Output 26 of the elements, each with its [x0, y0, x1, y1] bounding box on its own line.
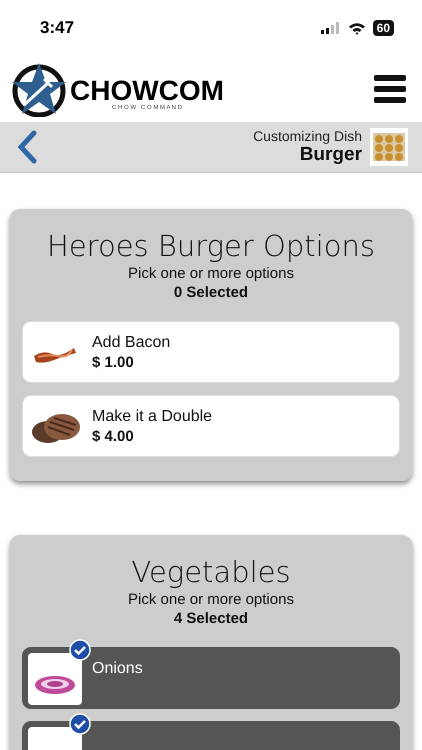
dish-label: Customizing Dish	[253, 128, 362, 144]
selected-count: 0 Selected	[174, 284, 248, 301]
star-fork-logo-icon	[10, 61, 68, 117]
group-title: Vegetables	[131, 555, 291, 589]
logo-wordmark: CHOWCOM	[70, 77, 224, 105]
group-subtitle: Pick one or more options	[128, 591, 294, 608]
group-title: Heroes Burger Options	[47, 229, 375, 263]
option-item[interactable]: Make it a Double $ 4.00	[22, 395, 400, 457]
dish-name: Burger	[300, 144, 362, 166]
option-item[interactable]: Onions	[22, 647, 400, 709]
option-price: $ 4.00	[92, 428, 135, 444]
option-name: Onions	[92, 660, 143, 678]
menu-icon[interactable]	[374, 75, 406, 103]
wifi-icon	[348, 22, 366, 34]
selected-count: 4 Selected	[174, 610, 248, 627]
back-icon[interactable]	[16, 130, 38, 164]
option-price: $ 1.00	[92, 354, 135, 370]
battery-level: 60	[372, 20, 394, 36]
option-item[interactable]: Add Bacon $ 1.00	[22, 321, 400, 383]
check-icon	[69, 713, 91, 735]
status-time: 3:47	[40, 18, 74, 38]
option-name: Make it a Double	[92, 408, 212, 426]
check-icon	[69, 639, 91, 661]
group-subtitle: Pick one or more options	[128, 265, 294, 282]
option-name: Add Bacon	[92, 334, 170, 352]
signal-icon	[320, 22, 341, 34]
